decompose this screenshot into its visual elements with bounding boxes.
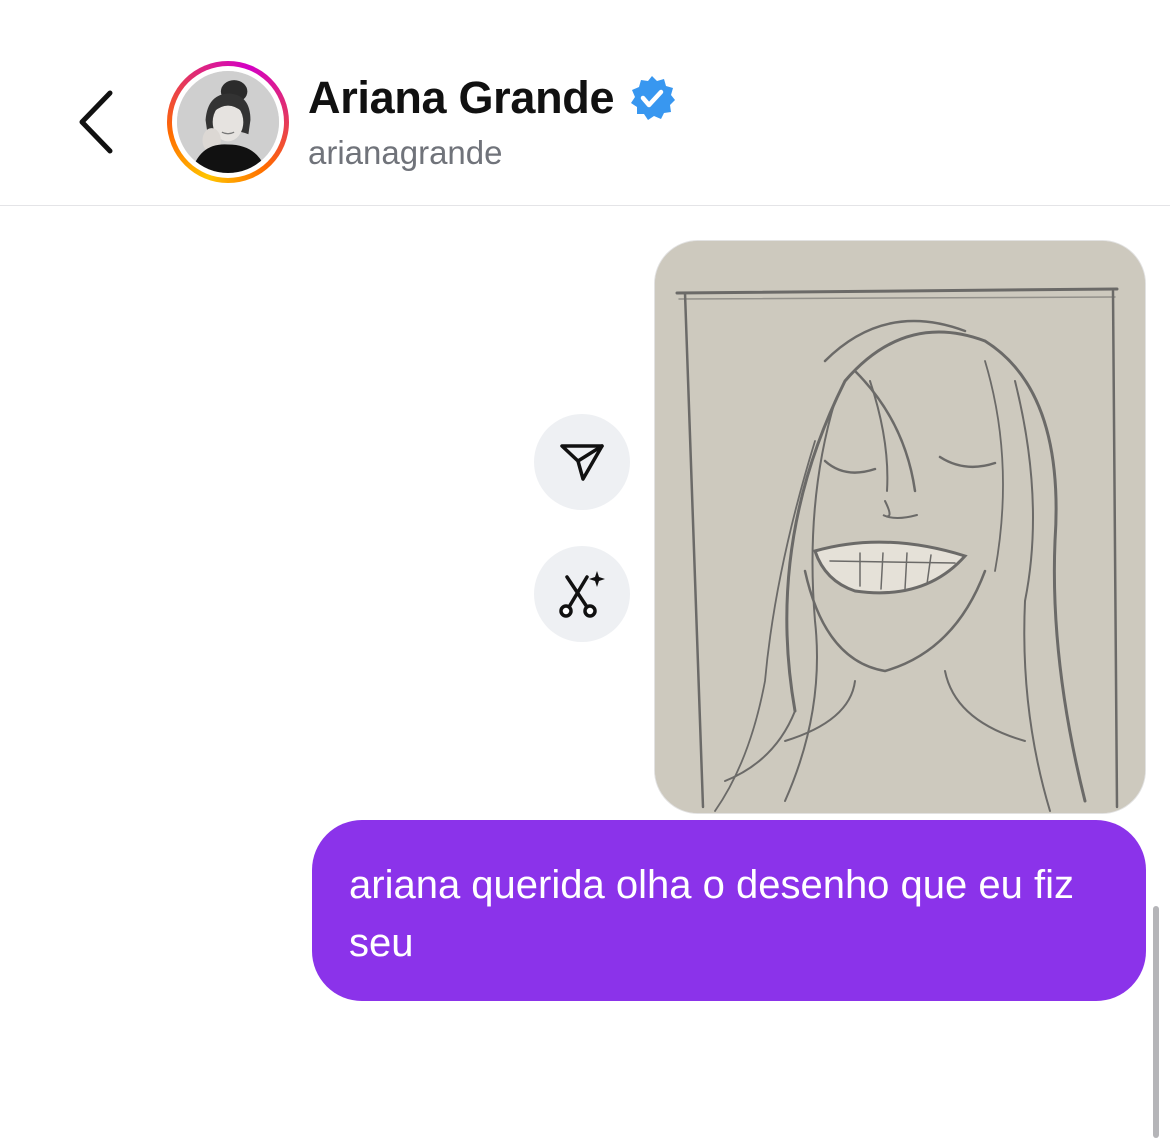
chevron-left-icon	[79, 90, 113, 154]
pencil-drawing-image	[655, 241, 1145, 813]
message-text: ariana querida olha o desenho que eu fiz…	[349, 863, 1074, 965]
title-row: Ariana Grande	[308, 70, 676, 126]
scrollbar[interactable]	[1153, 906, 1159, 1138]
photo-message[interactable]	[654, 240, 1146, 814]
avatar[interactable]	[167, 61, 289, 183]
chat-screen: Ariana Grande arianagrande ariana querid…	[0, 0, 1170, 1138]
contact-name[interactable]: Ariana Grande	[308, 72, 615, 124]
profile-photo	[177, 71, 279, 173]
sent-message-bubble[interactable]: ariana querida olha o desenho que eu fiz…	[312, 820, 1146, 1001]
share-icon	[560, 444, 604, 481]
chat-header: Ariana Grande arianagrande	[0, 0, 1170, 206]
contact-handle: arianagrande	[308, 134, 503, 171]
remix-icon	[559, 571, 605, 618]
share-button[interactable]	[534, 414, 630, 510]
verified-badge-icon	[631, 76, 676, 120]
remix-button[interactable]	[534, 546, 630, 642]
back-button[interactable]	[66, 82, 126, 162]
